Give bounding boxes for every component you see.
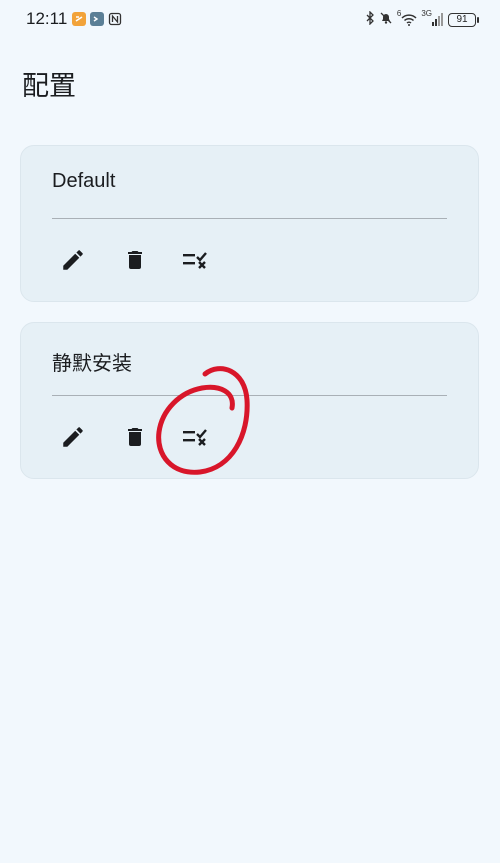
delete-button[interactable] (113, 240, 157, 280)
terminal-notification-icon (90, 12, 104, 26)
status-bar: 12:11 6 3G 91 (0, 0, 500, 40)
page-title: 配置 (22, 71, 76, 102)
battery-level: 91 (456, 14, 468, 25)
batch-apply-button[interactable] (173, 417, 217, 457)
delete-button[interactable] (113, 417, 157, 457)
system-icons: 6 3G 91 (365, 9, 479, 29)
wifi-icon: 6 (397, 9, 417, 26)
nfc-icon (108, 12, 122, 26)
config-card-silent-install: 静默安装 (20, 322, 479, 479)
card-actions (49, 240, 249, 280)
edit-button[interactable] (51, 240, 95, 280)
trash-icon (128, 428, 142, 446)
status-time: 12:11 (26, 9, 68, 28)
app-notification-icon (72, 12, 86, 26)
batch-apply-button[interactable] (173, 240, 217, 280)
card-divider (52, 395, 447, 396)
config-card-default: Default (20, 145, 479, 302)
config-name: Default (52, 170, 116, 192)
trash-icon (128, 251, 142, 269)
cellular-signal-icon: 3G (421, 9, 444, 26)
checklist-icon (183, 252, 207, 269)
bluetooth-icon (365, 10, 375, 29)
card-divider (52, 218, 447, 219)
mute-bell-icon (379, 10, 393, 29)
pencil-icon (63, 250, 83, 270)
edit-button[interactable] (51, 417, 95, 457)
notification-icons (72, 12, 122, 26)
battery-icon: 91 (448, 12, 479, 27)
pencil-icon (63, 427, 83, 447)
checklist-icon (183, 429, 207, 446)
config-name: 静默安装 (52, 353, 132, 375)
card-actions (49, 417, 249, 457)
